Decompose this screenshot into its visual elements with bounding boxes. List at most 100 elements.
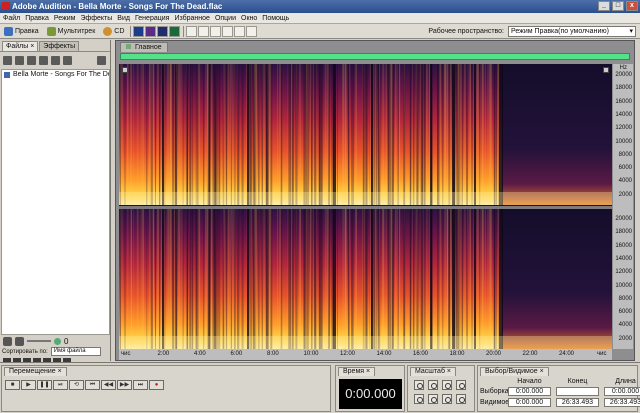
autoplay-icon[interactable] (3, 336, 12, 346)
spectral-phase-icon[interactable] (169, 25, 181, 37)
marquee-tool-icon[interactable] (198, 25, 210, 37)
fast-forward-button[interactable]: ▶▶ (117, 380, 132, 390)
zoom-in-horizontal-icon[interactable] (414, 380, 424, 390)
close-button[interactable]: x (626, 1, 638, 11)
multitrack-icon (46, 26, 56, 36)
spot-healing-icon[interactable] (234, 25, 246, 37)
zoom-out-full-icon[interactable] (442, 380, 452, 390)
menu-effects[interactable]: Эффекты (80, 15, 112, 22)
record-button[interactable]: ● (149, 380, 164, 390)
properties-icon[interactable] (63, 55, 72, 65)
insert-icon[interactable] (39, 55, 48, 65)
menu-window[interactable]: Окно (241, 15, 257, 22)
save-icon[interactable] (51, 55, 60, 65)
tab-time[interactable]: Время × (338, 367, 376, 376)
time-tick-label: 12:00 (340, 351, 356, 357)
time-tick-label: 4:00 (194, 351, 206, 357)
time-tick-label: 18:00 (449, 351, 465, 357)
zoom-out-vertical-icon[interactable] (442, 394, 452, 404)
menu-help[interactable]: Помощь (262, 15, 289, 22)
row-view-label: Видимое (480, 399, 510, 406)
zoom-in-vertical-icon[interactable] (428, 394, 438, 404)
loop-icon[interactable] (15, 336, 24, 346)
tab-main-label: Главное (134, 44, 162, 51)
zoom-in-left-icon[interactable] (456, 380, 466, 390)
play-button[interactable]: ▶ (21, 380, 36, 390)
overview-bar[interactable] (120, 53, 630, 60)
loop-play-button[interactable]: ⟲ (69, 380, 84, 390)
files-panel: Файлы × Эффекты Bella Morte - Songs For … (0, 40, 111, 365)
hz-tick-label: 16000 (615, 242, 632, 249)
close-file-icon[interactable] (15, 55, 24, 65)
zoom-in-right-icon[interactable] (414, 394, 424, 404)
tab-zoom[interactable]: Масштаб × (410, 367, 456, 376)
menu-generate[interactable]: Генерация (135, 15, 169, 22)
brush-tool-icon[interactable] (222, 25, 234, 37)
hz-tick-label: 6000 (618, 309, 632, 316)
frequency-axis: Hz 20000 18000 16000 14000 12000 10000 8000 600… (613, 64, 633, 349)
minimize-button[interactable]: _ (598, 1, 610, 11)
hz-tick-label: 6000 (618, 165, 632, 172)
close-icon[interactable]: × (30, 43, 34, 50)
panel-menu-icon[interactable] (97, 55, 106, 65)
zoom-out-horizontal-icon[interactable] (428, 380, 438, 390)
go-to-end-button[interactable]: ⏭ (133, 380, 148, 390)
tab-selection-view[interactable]: Выбор/Видимое × (480, 367, 549, 376)
edit-mode-label: Правка (15, 27, 39, 35)
menu-options[interactable]: Опции (215, 15, 236, 22)
zoom-corner-icon[interactable] (122, 67, 128, 73)
play-to-end-button[interactable]: ⏯ (53, 380, 68, 390)
list-item[interactable]: Bella Morte - Songs For The Dead (2, 70, 109, 79)
volume-knob-icon[interactable] (54, 337, 61, 345)
spectral-view-icon[interactable] (145, 25, 157, 37)
tab-effects[interactable]: Эффекты (39, 41, 80, 51)
zoom-corner-icon[interactable] (603, 67, 609, 73)
time-tick-label: 8:00 (267, 351, 279, 357)
workspace-select[interactable]: Режим Правка(по умолчанию) (508, 25, 636, 37)
zoom-selection-icon[interactable] (456, 394, 466, 404)
selection-end-field[interactable] (556, 387, 599, 396)
cd-mode-button[interactable]: CD (99, 25, 128, 38)
menu-file[interactable]: Файл (3, 15, 20, 22)
close-icon[interactable]: × (366, 368, 370, 375)
lasso-tool-icon[interactable] (210, 25, 222, 37)
go-to-start-button[interactable]: ⏮ (85, 380, 100, 390)
multitrack-mode-button[interactable]: Мультитрек (43, 25, 100, 38)
hz-tick-label: 14000 (615, 111, 632, 118)
scrub-tool-icon[interactable] (246, 25, 258, 37)
cd-icon (103, 26, 113, 36)
close-icon[interactable]: × (447, 368, 451, 375)
volume-slider[interactable] (27, 340, 51, 342)
tab-transport[interactable]: Перемещение × (4, 367, 67, 376)
close-icon[interactable]: × (58, 368, 62, 375)
view-end-field[interactable]: 26:33.493 (556, 398, 599, 407)
menu-mode[interactable]: Режим (54, 15, 76, 22)
hz-unit-label: Hz (619, 65, 627, 71)
view-begin-field[interactable]: 0:00.000 (508, 398, 551, 407)
main-toolbar: Правка Мультитрек CD Рабочее пространств… (0, 24, 640, 39)
menu-view[interactable]: Вид (117, 15, 130, 22)
pause-button[interactable]: ❚❚ (37, 380, 52, 390)
close-icon[interactable]: × (540, 368, 544, 375)
tab-main[interactable]: Главное (120, 42, 168, 52)
tab-files[interactable]: Файлы × (2, 41, 39, 51)
stop-button[interactable]: ■ (5, 380, 20, 390)
maximize-button[interactable]: □ (612, 1, 624, 11)
spectral-pan-icon[interactable] (157, 25, 169, 37)
sort-select[interactable]: Имя файла (50, 347, 101, 356)
hz-tick-label: 10000 (615, 282, 632, 289)
time-selection-tool-icon[interactable] (186, 25, 198, 37)
selection-length-field[interactable]: 0:00.000 (604, 387, 640, 396)
rewind-button[interactable]: ◀◀ (101, 380, 116, 390)
edit-file-icon[interactable] (27, 55, 36, 65)
edit-mode-button[interactable]: Правка (0, 25, 43, 38)
time-tick-label: чис (121, 351, 131, 357)
import-icon[interactable] (3, 55, 12, 65)
selection-begin-field[interactable]: 0:00.000 (508, 387, 551, 396)
time-tick-label: 20:00 (486, 351, 502, 357)
view-length-field[interactable]: 26:33.493 (604, 398, 640, 407)
menu-edit[interactable]: Правка (25, 15, 49, 22)
waveform-view-icon[interactable] (133, 25, 145, 37)
menu-favorites[interactable]: Избранное (174, 15, 209, 22)
hz-tick-label: 12000 (615, 269, 632, 276)
